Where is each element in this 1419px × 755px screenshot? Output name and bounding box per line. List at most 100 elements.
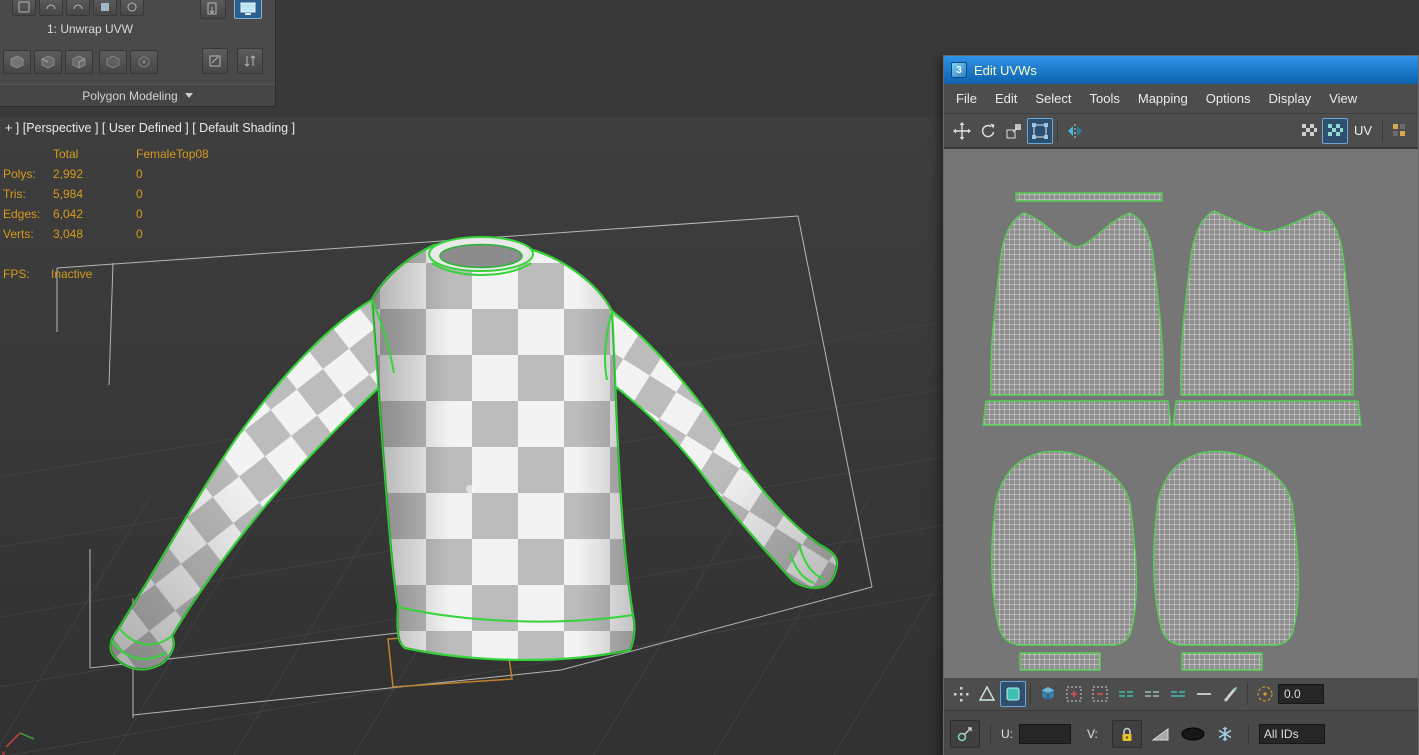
falloff-slow-button[interactable] bbox=[1165, 681, 1191, 707]
ribbon-icon-button[interactable] bbox=[93, 0, 117, 16]
arrange-elements-button[interactable] bbox=[237, 48, 263, 74]
soft-selection-value-field[interactable]: 0.0 bbox=[1278, 684, 1324, 704]
mirror-button[interactable] bbox=[1062, 118, 1088, 144]
move-button[interactable] bbox=[949, 118, 975, 144]
menu-mapping[interactable]: Mapping bbox=[1129, 91, 1197, 106]
unwrap-uvw-ribbon-panel: 1: Unwrap UVW Polygon Modeling bbox=[0, 0, 276, 107]
uv-edge-mode-button[interactable] bbox=[974, 681, 1000, 707]
viewport-label[interactable]: + ] [Perspective ] [ User Defined ] [ De… bbox=[5, 121, 295, 135]
fps-label: FPS: bbox=[3, 267, 30, 281]
texture-checker-dropdown[interactable] bbox=[1387, 118, 1413, 144]
uv-island-front-hem bbox=[982, 400, 1172, 426]
shrink-selection-button[interactable] bbox=[1087, 681, 1113, 707]
element-subobject-button[interactable] bbox=[99, 50, 127, 74]
show-map-toggle-button[interactable] bbox=[1321, 117, 1348, 144]
toolbar-separator bbox=[1247, 683, 1248, 705]
menu-options[interactable]: Options bbox=[1197, 91, 1260, 106]
transform-typein-button[interactable] bbox=[950, 719, 980, 748]
falloff-smooth-button[interactable] bbox=[1113, 681, 1139, 707]
edit-uvws-selection-toolbar: 0.0 bbox=[944, 677, 1418, 710]
show-grid-toggle-button[interactable] bbox=[1296, 118, 1322, 144]
paint-soft-selection-button[interactable] bbox=[1217, 681, 1243, 707]
window-title: Edit UVWs bbox=[974, 62, 1037, 78]
stats-label: Polys: bbox=[3, 167, 36, 181]
statistics-overlay: Total FemaleTop08 Polys: 2,992 0 Tris: 5… bbox=[3, 147, 233, 287]
menu-tools[interactable]: Tools bbox=[1081, 91, 1129, 106]
stats-row-fps: FPS: Inactive bbox=[3, 267, 233, 287]
open-uv-editor-button[interactable] bbox=[234, 0, 262, 19]
uv-edit-canvas[interactable] bbox=[944, 149, 1418, 678]
uv-island-back-hem bbox=[1172, 400, 1362, 426]
toolbar-separator bbox=[1057, 119, 1058, 142]
ignore-backfacing-button[interactable] bbox=[130, 50, 158, 74]
dark-pill-icon bbox=[1181, 727, 1205, 740]
uv-island-left-cuff bbox=[1019, 652, 1101, 671]
active-modifier-label: 1: Unwrap UVW bbox=[46, 22, 134, 36]
menu-file[interactable]: File bbox=[947, 91, 986, 106]
material-id-filter-select[interactable]: All IDs bbox=[1258, 723, 1325, 744]
ribbon-icon-button[interactable] bbox=[120, 0, 144, 16]
ribbon-icon-button[interactable] bbox=[39, 0, 63, 16]
export-uv-button[interactable] bbox=[200, 0, 226, 19]
ribbon-icon-button[interactable] bbox=[12, 0, 36, 16]
stats-row-verts: Verts: 3,048 0 bbox=[3, 227, 233, 247]
uv-island-right-sleeve bbox=[1153, 450, 1300, 646]
stats-row-polys: Polys: 2,992 0 bbox=[3, 167, 233, 187]
padlock-icon bbox=[1122, 727, 1132, 741]
uv-vertex-mode-button[interactable] bbox=[948, 681, 974, 707]
select-element-toggle-button[interactable] bbox=[1035, 681, 1061, 707]
stats-total: 6,042 bbox=[53, 207, 84, 221]
filter-selected-faces-button[interactable] bbox=[1148, 721, 1174, 747]
stats-header-row: Total FemaleTop08 bbox=[3, 147, 233, 167]
toolbar-separator bbox=[1030, 683, 1031, 705]
tweak-uv-button[interactable] bbox=[202, 48, 228, 74]
freeze-selected-button[interactable] bbox=[1212, 721, 1238, 747]
edge-subobject-button[interactable] bbox=[34, 50, 62, 74]
stats-label: Edges: bbox=[3, 207, 41, 221]
toolbar-separator bbox=[1382, 119, 1383, 142]
menu-display[interactable]: Display bbox=[1260, 91, 1321, 106]
stats-object: 0 bbox=[136, 187, 143, 201]
u-label: U: bbox=[1001, 726, 1013, 741]
edit-uvws-menubar: File Edit Select Tools Mapping Options D… bbox=[944, 84, 1418, 114]
menu-select[interactable]: Select bbox=[1026, 91, 1080, 106]
uv-island-back-torso bbox=[1179, 210, 1355, 396]
freeform-mode-button[interactable] bbox=[1027, 117, 1053, 144]
falloff-linear-button[interactable] bbox=[1139, 681, 1165, 707]
fps-value: Inactive bbox=[51, 267, 93, 281]
falloff-fast-button[interactable] bbox=[1191, 681, 1217, 707]
show-hidden-edges-button[interactable] bbox=[1180, 721, 1206, 747]
edit-uvws-titlebar[interactable]: 3 Edit UVWs bbox=[944, 56, 1418, 84]
snowflake-icon bbox=[1218, 726, 1232, 741]
uv-polygon-mode-button[interactable] bbox=[1000, 681, 1026, 707]
stats-object: 0 bbox=[136, 207, 143, 221]
stats-col-object: FemaleTop08 bbox=[136, 147, 209, 161]
u-input[interactable] bbox=[1019, 723, 1071, 744]
polygon-modeling-panel-header[interactable]: Polygon Modeling bbox=[0, 84, 275, 106]
v-label: V: bbox=[1087, 726, 1098, 741]
scale-button[interactable] bbox=[1001, 118, 1027, 144]
uv-edit-canvas-container bbox=[944, 148, 1418, 678]
edit-uvws-window: 3 Edit UVWs File Edit Select Tools Mappi… bbox=[943, 55, 1419, 755]
lock-selection-button[interactable] bbox=[1111, 719, 1142, 748]
soft-selection-radius-icon[interactable] bbox=[1252, 681, 1278, 707]
menu-view[interactable]: View bbox=[1320, 91, 1366, 106]
grow-selection-button[interactable] bbox=[1061, 681, 1087, 707]
3dsmax-app-icon: 3 bbox=[951, 62, 967, 78]
uv-island-right-cuff bbox=[1181, 652, 1263, 671]
stats-row-tris: Tris: 5,984 0 bbox=[3, 187, 233, 207]
rotate-button[interactable] bbox=[975, 118, 1001, 144]
stats-label: Tris: bbox=[3, 187, 26, 201]
menu-edit[interactable]: Edit bbox=[986, 91, 1026, 106]
statusbar-separator bbox=[1247, 722, 1249, 745]
uv-space-selector[interactable]: UV bbox=[1348, 123, 1378, 138]
vertex-subobject-button[interactable] bbox=[3, 50, 31, 74]
panel-header-label: Polygon Modeling bbox=[82, 88, 178, 103]
chevron-down-icon bbox=[184, 93, 193, 98]
ribbon-icon-button[interactable] bbox=[66, 0, 90, 16]
stats-total: 2,992 bbox=[53, 167, 84, 181]
polygon-subobject-button[interactable] bbox=[65, 50, 93, 74]
stats-label: Verts: bbox=[3, 227, 34, 241]
edit-uvws-toolbar: UV bbox=[944, 114, 1418, 148]
stats-object: 0 bbox=[136, 227, 143, 241]
